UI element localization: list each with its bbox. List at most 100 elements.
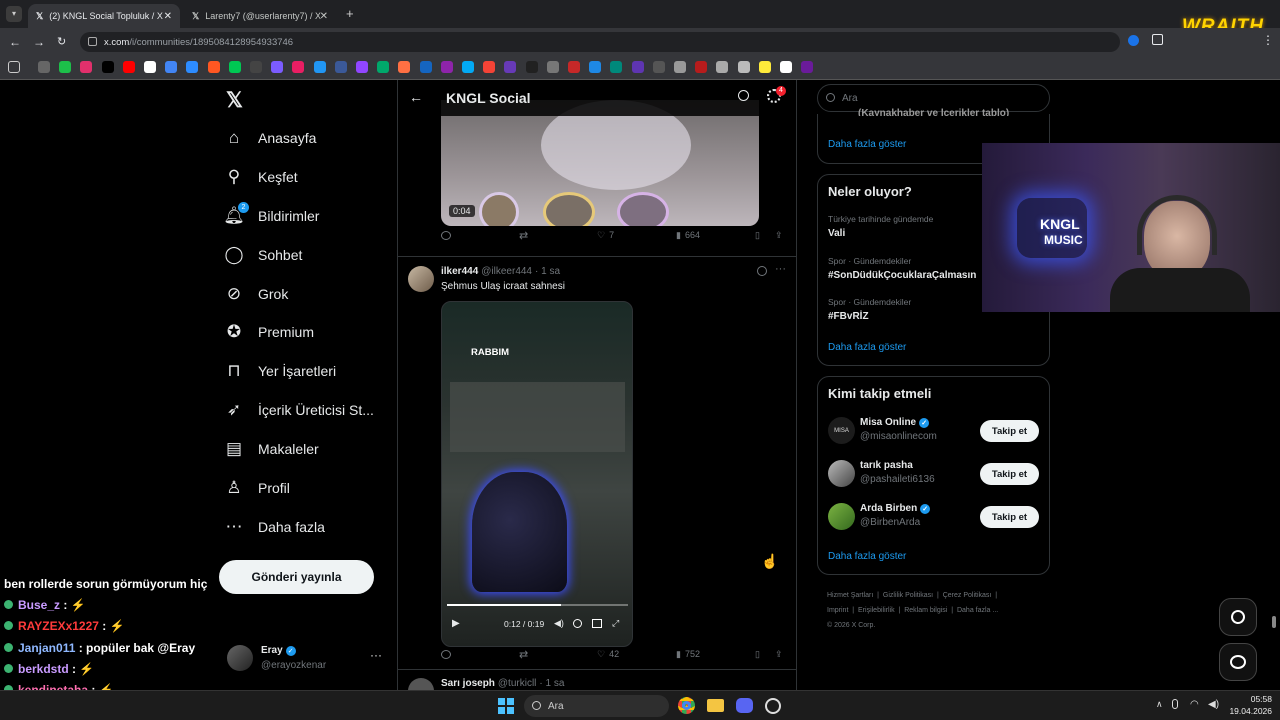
bookmark-favicon-icon[interactable] — [525, 61, 538, 73]
bookmark-favicon-icon[interactable] — [737, 61, 750, 73]
nav-item-home[interactable]: ⌂ Anasayfa — [222, 120, 317, 156]
avatar[interactable]: MISA — [828, 417, 855, 444]
video-player[interactable]: RABBIM ▶ 0:12 / 0:19 ◀) ⤢ — [441, 301, 633, 647]
tray-chevron-icon[interactable]: ∧ — [1156, 699, 1163, 710]
nav-item-rocket[interactable]: ➶ İçerik Üreticisi St... — [222, 392, 374, 428]
close-tab-icon[interactable]: ✕ — [164, 11, 172, 22]
follow-suggestion-name[interactable]: tarık pasha — [860, 460, 913, 471]
follow-button[interactable]: Takip et — [980, 506, 1039, 528]
bookmark-favicon-icon[interactable] — [546, 61, 559, 73]
bookmark-favicon-icon[interactable] — [377, 61, 390, 73]
bookmark-favicon-icon[interactable] — [165, 61, 178, 73]
scrollbar-thumb[interactable] — [1272, 616, 1276, 628]
bookmark-favicon-icon[interactable] — [568, 61, 580, 73]
bookmark-icon[interactable]: ▯ — [755, 649, 760, 660]
nav-item-bookmark[interactable]: ⊓ Yer İşaretleri — [222, 353, 336, 389]
repost-icon[interactable]: ⇄ — [519, 229, 528, 242]
bookmark-favicon-icon[interactable] — [440, 61, 453, 73]
site-info-icon[interactable] — [88, 37, 97, 46]
like-button[interactable]: ♡ 42 — [597, 649, 619, 660]
follow-button[interactable]: Takip et — [980, 420, 1039, 442]
nav-item-more-circle[interactable]: ⋯ Daha fazla — [222, 509, 325, 545]
bookmark-favicon-icon[interactable] — [38, 61, 50, 73]
bookmark-favicon-icon[interactable] — [228, 61, 241, 73]
post[interactable]: ilker444 @ilkeer444 · 1 sa ··· Şehmus Ul… — [398, 257, 796, 670]
show-more-link[interactable]: Daha fazla göster — [828, 551, 906, 562]
nav-item-grok[interactable]: ⊘ Grok — [222, 276, 288, 312]
video-settings-icon[interactable] — [573, 619, 582, 628]
browser-tab[interactable]: 𝕏 Larenty7 (@userlarenty7) / X ✕ — [184, 4, 336, 28]
reload-icon[interactable]: ↻ — [57, 35, 66, 48]
fullscreen-icon[interactable]: ⤢ — [612, 618, 619, 629]
post-author[interactable]: Sarı joseph — [441, 678, 495, 689]
post-time[interactable]: · 1 sa — [535, 266, 560, 277]
bookmark-favicon-icon[interactable] — [292, 61, 305, 73]
avatar[interactable] — [408, 266, 434, 292]
reply-icon[interactable] — [441, 230, 451, 240]
footer-link[interactable]: Gizlilik Politikası — [883, 592, 933, 599]
post-time[interactable]: · 1 sa — [539, 678, 564, 689]
nav-item-search[interactable]: ⚲ Keşfet — [222, 159, 298, 195]
post[interactable]: Sarı joseph @turkicll · 1 sa — [398, 670, 796, 690]
clock-time[interactable]: 05:58 — [1232, 694, 1272, 704]
search-icon[interactable] — [738, 90, 749, 101]
post-author[interactable]: ilker444 — [441, 266, 478, 277]
bookmark-favicon-icon[interactable] — [101, 61, 114, 73]
nav-item-chat[interactable]: ◯ Sohbet — [222, 237, 302, 273]
forward-icon[interactable]: → — [33, 35, 45, 49]
bookmark-favicon-icon[interactable] — [398, 61, 411, 73]
show-more-link[interactable]: Daha fazla göster — [828, 139, 906, 150]
share-icon[interactable]: ⇪ — [775, 230, 783, 241]
more-dots-icon[interactable]: ··· — [370, 648, 382, 662]
file-explorer-icon[interactable] — [707, 699, 724, 712]
bookmark-favicon-icon[interactable] — [122, 61, 135, 73]
bookmark-favicon-icon[interactable] — [186, 61, 199, 73]
bookmark-favicon-icon[interactable] — [144, 61, 156, 73]
clock-date[interactable]: 19.04.2026 — [1222, 706, 1272, 716]
bookmark-favicon-icon[interactable] — [313, 61, 326, 73]
avatar[interactable] — [408, 678, 434, 690]
more-dots-icon[interactable]: ··· — [775, 263, 786, 275]
wifi-icon[interactable]: ◠ — [1190, 699, 1199, 710]
post-button[interactable]: Gönderi yayınla — [219, 560, 374, 594]
app-icon[interactable] — [765, 698, 781, 714]
address-bar[interactable]: x.com/i/communities/1895084128954933746 — [80, 32, 1120, 52]
account-switcher[interactable]: Eray ✓ @erayozkenar ··· — [222, 640, 384, 680]
nav-item-bell[interactable]: 🔔︎ 2 Bildirimler — [222, 198, 319, 234]
footer-link[interactable]: Imprint — [827, 607, 848, 614]
messages-float-button[interactable] — [1219, 643, 1257, 681]
views-button[interactable]: ▮ 752 — [676, 649, 700, 660]
trend-item[interactable]: Türkiye tarihinde gündemde Vali — [828, 214, 933, 239]
bookmark-favicon-icon[interactable] — [504, 61, 517, 73]
bookmark-favicon-icon[interactable] — [780, 61, 792, 73]
browser-tab-active[interactable]: 𝕏 (2) KNGL Social Topluluk / X ✕ — [28, 4, 180, 28]
close-tab-icon[interactable]: ✕ — [320, 11, 328, 22]
trend-item[interactable]: Spor · Gündemdekiler #FBvRİZ — [828, 297, 911, 322]
bookmark-favicon-icon[interactable] — [674, 61, 686, 73]
reply-icon[interactable] — [441, 649, 451, 659]
bookmark-favicon-icon[interactable] — [334, 61, 347, 73]
microphone-icon[interactable] — [1172, 699, 1178, 709]
nav-item-premium[interactable]: ✪ Premium — [222, 314, 314, 350]
extensions-puzzle-icon[interactable] — [1152, 34, 1163, 45]
bookmark-favicon-icon[interactable] — [610, 61, 623, 73]
volume-icon[interactable]: ◀) — [1208, 699, 1219, 710]
volume-icon[interactable]: ◀) — [554, 618, 564, 629]
bookmark-favicon-icon[interactable] — [801, 61, 814, 73]
follow-suggestion-name[interactable]: Misa Online ✓ — [860, 417, 930, 428]
bookmark-favicon-icon[interactable] — [483, 61, 496, 73]
bookmark-favicon-icon[interactable] — [758, 61, 771, 73]
menu-icon[interactable]: ⋮ — [1262, 33, 1274, 47]
bookmark-favicon-icon[interactable] — [716, 61, 729, 73]
bookmark-favicon-icon[interactable] — [695, 61, 708, 73]
post-handle[interactable]: @ilkeer444 — [481, 266, 532, 277]
bookmark-favicon-icon[interactable] — [207, 61, 220, 73]
bookmark-favicon-icon[interactable] — [80, 61, 93, 73]
footer-link[interactable]: Daha fazla ... — [957, 607, 998, 614]
video-player[interactable]: 0:04 — [441, 100, 759, 226]
trend-item[interactable]: Spor · Gündemdekiler #SonDüdükÇocuklaraÇa… — [828, 256, 976, 281]
footer-link[interactable]: Reklam bilgisi — [904, 607, 947, 614]
bookmark-favicon-icon[interactable] — [652, 61, 665, 73]
nav-item-profile[interactable]: ♙ Profil — [222, 470, 290, 506]
bookmark-favicon-icon[interactable] — [462, 61, 474, 73]
